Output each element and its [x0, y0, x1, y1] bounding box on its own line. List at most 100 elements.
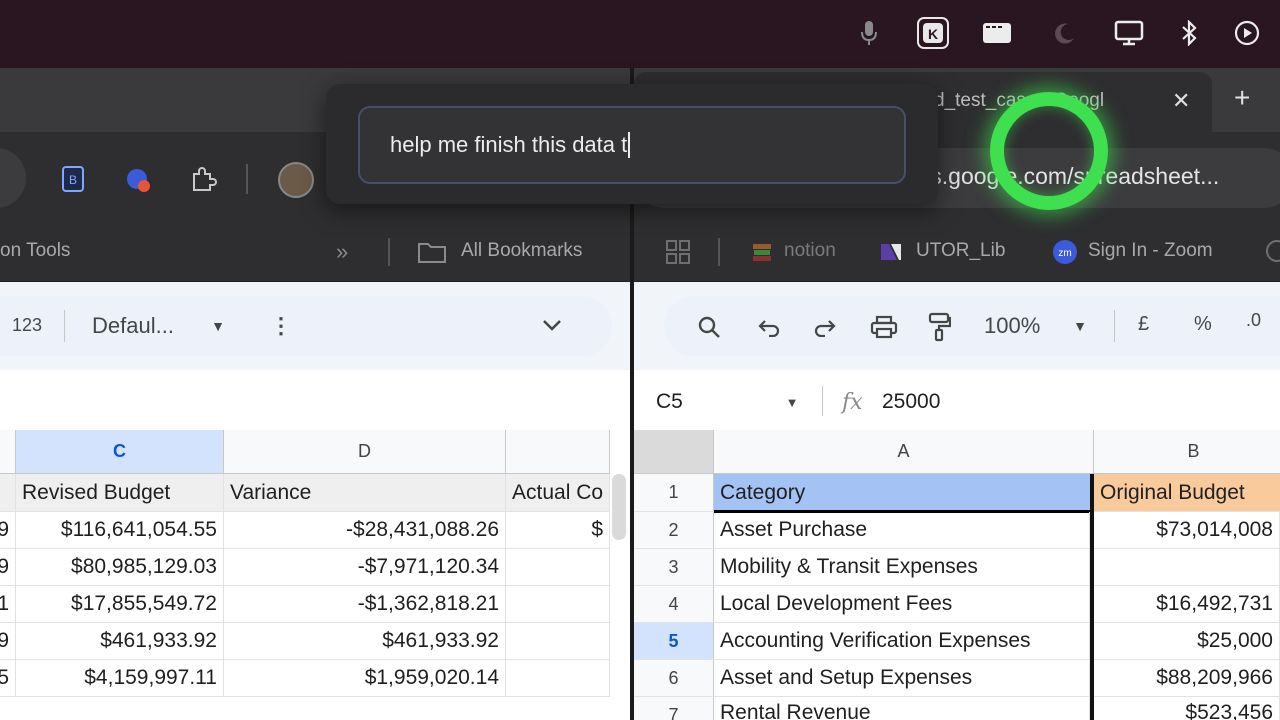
cell-b2[interactable]: 9	[0, 512, 16, 549]
search-icon[interactable]	[694, 312, 724, 342]
cell-c5[interactable]: $461,933.92	[16, 623, 224, 660]
cell-d2[interactable]: -$28,431,088.26	[224, 512, 506, 549]
k-app-icon[interactable]: K	[916, 16, 950, 50]
cell-d3[interactable]: -$7,971,120.34	[224, 549, 506, 586]
row-header-7[interactable]: 7	[634, 697, 714, 720]
profile-avatar[interactable]	[278, 162, 314, 198]
new-tab-button[interactable]: +	[1234, 82, 1250, 114]
currency-format-button[interactable]: £	[1138, 313, 1149, 336]
name-box-dropdown-icon[interactable]: ▼	[782, 392, 802, 412]
cell-a6[interactable]: Asset and Setup Expenses	[714, 660, 1090, 697]
print-icon[interactable]	[868, 312, 900, 342]
col-header-a[interactable]: A	[714, 430, 1094, 474]
col-header-d[interactable]: D	[224, 430, 506, 474]
apps-grid-icon[interactable]	[664, 238, 692, 266]
row-header-6[interactable]: 6	[634, 660, 714, 697]
decrease-decimal-button[interactable]: .0	[1246, 310, 1261, 331]
extensions-puzzle-icon[interactable]	[186, 162, 220, 196]
cell-b6-right[interactable]: $88,209,966	[1094, 660, 1280, 697]
screen: K B on Tools » All Bookmarks 123 Defaul.…	[0, 0, 1280, 720]
cell-b5[interactable]: 9	[0, 623, 16, 660]
cell-e5[interactable]	[506, 623, 610, 660]
cell-c2[interactable]: $116,641,054.55	[16, 512, 224, 549]
cell-c1[interactable]: Revised Budget	[16, 474, 224, 512]
cell-b6[interactable]: 5	[0, 660, 16, 697]
bookmark-utor-lib[interactable]: UTOR_Lib	[916, 240, 1005, 262]
formula-input[interactable]: 25000	[882, 390, 940, 414]
cell-a2[interactable]: Asset Purchase	[714, 512, 1090, 549]
prompt-text: help me finish this data t	[390, 132, 628, 157]
cell-d5[interactable]: $461,933.92	[224, 623, 506, 660]
play-icon[interactable]	[1230, 16, 1264, 50]
cell-b5-right[interactable]: $25,000	[1094, 623, 1280, 660]
cell-b4[interactable]: 1	[0, 586, 16, 623]
row-header-3[interactable]: 3	[634, 549, 714, 586]
col-header-b-right[interactable]: B	[1094, 430, 1280, 474]
row-header-5[interactable]: 5	[634, 623, 714, 660]
cell-e4[interactable]	[506, 586, 610, 623]
window-icon[interactable]	[980, 16, 1014, 50]
expand-toolbar-icon[interactable]	[538, 310, 566, 340]
undo-icon[interactable]	[754, 312, 784, 342]
vertical-scrollbar[interactable]	[612, 474, 626, 540]
tab-close-button[interactable]: ✕	[1172, 88, 1190, 114]
cell-b2-right[interactable]: $73,014,008	[1094, 512, 1280, 549]
zoom-select[interactable]: 100%	[984, 313, 1040, 339]
cell-d4[interactable]: -$1,362,818.21	[224, 586, 506, 623]
bookmark-tools[interactable]: on Tools	[0, 240, 70, 262]
name-box[interactable]: C5	[656, 390, 683, 414]
cell-e3[interactable]	[506, 549, 610, 586]
cell-c4[interactable]: $17,855,549.72	[16, 586, 224, 623]
cell-a1[interactable]: Category	[714, 474, 1094, 512]
select-all-corner[interactable]	[634, 430, 714, 474]
more-options-button[interactable]: ⋮	[270, 313, 292, 339]
cell-b7-right[interactable]: $523,456	[1094, 697, 1280, 720]
display-icon[interactable]	[1112, 16, 1146, 50]
cursor-highlight-ring	[990, 92, 1108, 210]
cell-e1[interactable]: Actual Co	[506, 474, 610, 512]
all-bookmarks-link[interactable]: All Bookmarks	[461, 240, 582, 262]
percent-format-button[interactable]: %	[1194, 313, 1212, 336]
left-formula-bar[interactable]	[0, 370, 630, 430]
cell-b3-right[interactable]	[1094, 549, 1280, 586]
cell-b3[interactable]: 9	[0, 549, 16, 586]
redo-icon[interactable]	[810, 312, 840, 342]
prompt-input[interactable]: help me finish this data t	[358, 106, 906, 184]
moon-icon[interactable]	[1048, 16, 1082, 50]
zoom-dropdown-icon[interactable]: ▼	[1068, 312, 1092, 340]
cell-a4[interactable]: Local Development Fees	[714, 586, 1090, 623]
cell-d6[interactable]: $1,959,020.14	[224, 660, 506, 697]
bluetooth-icon[interactable]	[1172, 16, 1206, 50]
extension-doc-icon[interactable]: B	[56, 162, 90, 196]
cell-c6[interactable]: $4,159,997.11	[16, 660, 224, 697]
microphone-icon[interactable]	[852, 16, 886, 50]
number-format-button[interactable]: 123	[12, 315, 42, 336]
globe-icon[interactable]	[1266, 240, 1280, 262]
col-header-c[interactable]: C	[16, 430, 224, 474]
cell-e6[interactable]	[506, 660, 610, 697]
cell-a7[interactable]: Rental Revenue	[714, 697, 1090, 720]
right-sheet-toolbar: 100% ▼ £ % .0	[634, 282, 1280, 370]
cell-e2[interactable]: $	[506, 512, 610, 549]
font-dropdown-icon[interactable]: ▼	[206, 312, 230, 340]
font-family-select[interactable]: Defaul...	[92, 313, 174, 339]
col-header-b[interactable]	[0, 430, 16, 474]
left-omnibox[interactable]	[0, 148, 26, 208]
cell-c3[interactable]: $80,985,129.03	[16, 549, 224, 586]
cell-d1[interactable]: Variance	[224, 474, 506, 512]
row-header-2[interactable]: 2	[634, 512, 714, 549]
paint-format-icon[interactable]	[924, 310, 954, 344]
row-header-1[interactable]: 1	[634, 474, 714, 512]
cell-b4-right[interactable]: $16,492,731	[1094, 586, 1280, 623]
cell-b1-right[interactable]: Original Budget	[1094, 474, 1280, 512]
row-header-4[interactable]: 4	[634, 586, 714, 623]
extension-badge-icon[interactable]	[120, 162, 156, 198]
notion-books-icon	[748, 238, 776, 266]
col-header-e[interactable]	[506, 430, 610, 474]
cell-a5[interactable]: Accounting Verification Expenses	[714, 623, 1090, 660]
cell-a3[interactable]: Mobility & Transit Expenses	[714, 549, 1090, 586]
cell-b1[interactable]	[0, 474, 16, 512]
bookmark-notion[interactable]: notion	[784, 240, 836, 262]
bookmarks-overflow[interactable]: »	[336, 239, 348, 265]
bookmark-zoom-sign-in[interactable]: Sign In - Zoom	[1088, 240, 1213, 262]
